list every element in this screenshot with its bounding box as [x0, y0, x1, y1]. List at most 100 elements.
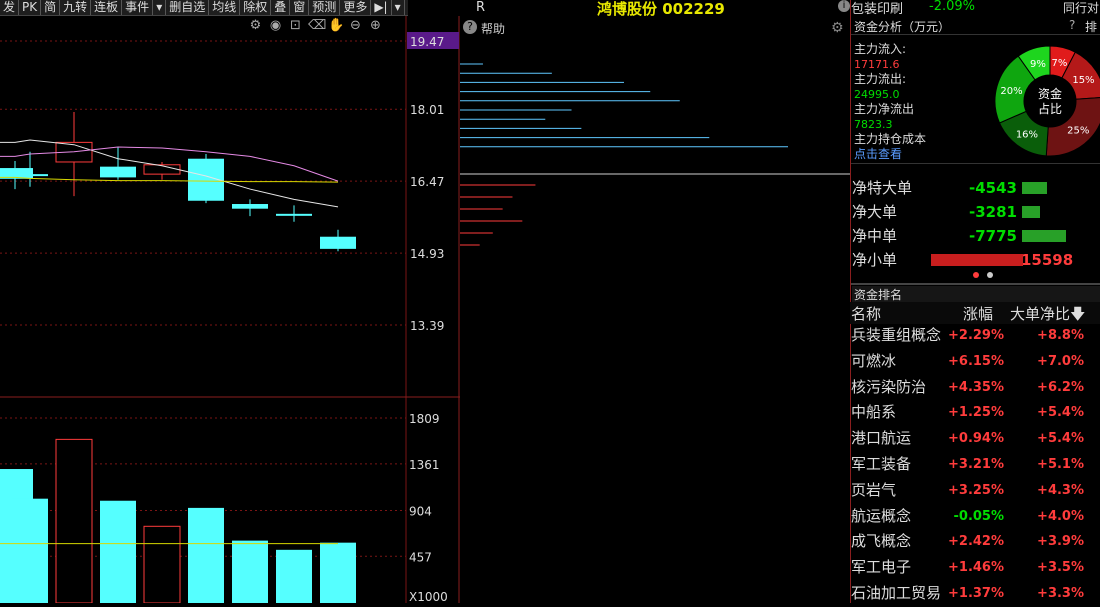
ranking-change: -0.05% [953, 508, 1005, 524]
flow-value: 15598 [1021, 251, 1074, 269]
moving-average-line [0, 146, 339, 182]
pie-slice-label: 7% [1052, 58, 1068, 69]
volume-bar [188, 507, 224, 603]
flow-label: 净特大单 [852, 179, 913, 197]
fund-title: 资金分析（万元） [854, 20, 951, 34]
flow-row: 净大单 -3281 [851, 200, 1100, 224]
ranking-row[interactable]: 核污染防治 +4.35% +6.2% [850, 375, 1100, 401]
pie-center [1025, 76, 1075, 126]
ranking-name: 页岩气 [851, 480, 897, 499]
r-label: R [476, 0, 486, 15]
ranking-change: +2.42% [948, 534, 1004, 550]
ranking-name: 航运概念 [851, 506, 912, 525]
volume-bar [100, 500, 136, 603]
settings-icon[interactable]: ⚙ [831, 20, 844, 36]
same-industry-tab[interactable]: 同行对 [1063, 0, 1099, 16]
flow-bar [1022, 206, 1041, 218]
outflow-label: 主力流出: [854, 72, 907, 86]
flow-bar [1022, 230, 1066, 242]
inflow-label: 主力流入: [854, 42, 907, 56]
ranking-row[interactable]: 页岩气 +3.25% +4.3% [850, 478, 1100, 504]
page-dot-1[interactable] [973, 272, 979, 278]
price-tick-label: 19.47 [410, 35, 444, 49]
ranking-columns: 名称 涨幅 大单净比🡇 [850, 302, 1100, 324]
col-change[interactable]: 涨幅 [963, 303, 993, 324]
change-pct: -2.09% [929, 0, 975, 14]
fund-help-icon[interactable]: ? [1069, 18, 1075, 32]
ranking-name: 港口航运 [851, 429, 912, 448]
ranking-row[interactable]: 航运概念 -0.05% +4.0% [850, 504, 1100, 530]
volume-tick-label: 1809 [409, 412, 440, 426]
flow-row: 净特大单 -4543 [851, 176, 1100, 200]
ranking-name: 成飞概念 [851, 532, 912, 551]
ranking-change: +1.46% [948, 560, 1004, 576]
flow-row: 净小单 15598 [851, 248, 1100, 272]
ranking-row[interactable]: 兵装重组概念 +2.29% +8.8% [850, 323, 1100, 349]
pie-slice-label: 9% [1030, 59, 1046, 70]
volume-bar [320, 542, 356, 603]
candle-body [100, 166, 136, 178]
ranking-ratio: +8.8% [1037, 328, 1084, 343]
flow-label: 净中单 [852, 227, 898, 245]
ranking-change: +4.35% [948, 379, 1004, 395]
help-label[interactable]: 帮助 [481, 20, 505, 37]
ranking-ratio: +3.5% [1037, 560, 1084, 576]
cost-label: 主力持仓成本 [854, 132, 927, 146]
depth-chart [460, 63, 850, 246]
flow-bar [1022, 182, 1048, 194]
page-dot-2[interactable] [987, 272, 993, 278]
ranking-row[interactable]: 港口航运 +0.94% +5.4% [850, 426, 1100, 452]
candle-body [232, 204, 268, 209]
col-name[interactable]: 名称 [851, 303, 881, 324]
volume-tick-label: X1000 [409, 590, 448, 603]
flow-label: 净小单 [852, 251, 898, 269]
ranking-change: +3.25% [948, 482, 1004, 498]
flow-list: 净特大单 -4543 净大单 -3281 净中单 -7775 净小单 15598 [851, 176, 1100, 272]
volume-bar [12, 498, 48, 603]
ranking-ratio: +4.3% [1037, 482, 1084, 498]
ranking-change: +2.29% [948, 328, 1004, 343]
ranking-title: 资金排名 [854, 288, 903, 302]
pie-slice-label: 15% [1072, 75, 1094, 86]
volume-tick-label: 904 [409, 505, 432, 519]
net-label: 主力净流出 [854, 102, 915, 116]
ranking-name: 中船系 [851, 403, 897, 422]
outflow-value: 24995.0 [854, 88, 900, 101]
ranking-ratio: +5.1% [1037, 457, 1084, 472]
ranking-row[interactable]: 军工装备 +3.21% +5.1% [850, 452, 1100, 478]
ranking-ratio: +3.9% [1037, 534, 1084, 550]
ranking-change: +6.15% [948, 353, 1004, 369]
ranking-ratio: +5.4% [1037, 405, 1084, 421]
flow-label: 净大单 [852, 203, 898, 221]
price-tick-label: 14.93 [410, 247, 444, 261]
info-icon[interactable]: i [838, 0, 850, 12]
volume-tick-label: 457 [409, 550, 432, 564]
ranking-row[interactable]: 军工电子 +1.46% +3.5% [850, 555, 1100, 581]
pie-slice-label: 25% [1067, 125, 1089, 136]
ranking-ratio: +7.0% [1037, 353, 1084, 369]
ranking-name: 军工电子 [851, 558, 912, 577]
ranking-row[interactable]: 中船系 +1.25% +5.4% [850, 400, 1100, 426]
inflow-value: 17171.6 [854, 58, 900, 71]
flow-value: -4543 [969, 179, 1017, 197]
ranking-list: 兵装重组概念 +2.29% +8.8% 可燃冰 +6.15% +7.0% 核污染防治 +4.3… [850, 323, 1100, 603]
price-tick-label: 18.01 [410, 103, 444, 117]
pie-slice-label: 16% [1016, 130, 1038, 141]
ranking-row[interactable]: 成飞概念 +2.42% +3.9% [850, 529, 1100, 555]
flow-value: -7775 [969, 227, 1017, 245]
volume-bar [143, 525, 181, 603]
view-link[interactable]: 点击查看 [854, 147, 926, 162]
ranking-change: +0.94% [948, 431, 1004, 447]
ranking-name: 可燃冰 [851, 351, 897, 370]
ranking-row[interactable]: 可燃冰 +6.15% +7.0% [850, 349, 1100, 375]
ranking-name: 军工装备 [851, 455, 912, 473]
help-icon[interactable]: ? [463, 20, 477, 34]
stock-title: 鸿博股份 002229 [597, 0, 725, 18]
sort-down-icon: 🡇 [1070, 305, 1086, 323]
volume-bar [55, 438, 93, 603]
sort-button[interactable]: 排 [1085, 18, 1097, 35]
volume-bar [276, 549, 312, 603]
flow-value: -3281 [969, 203, 1017, 221]
kline-chart[interactable]: 19.47 18.01 16.47 14.93 13.39 1809 1361 904 457 X… [0, 0, 460, 603]
ranking-name: 核污染防治 [851, 377, 927, 396]
